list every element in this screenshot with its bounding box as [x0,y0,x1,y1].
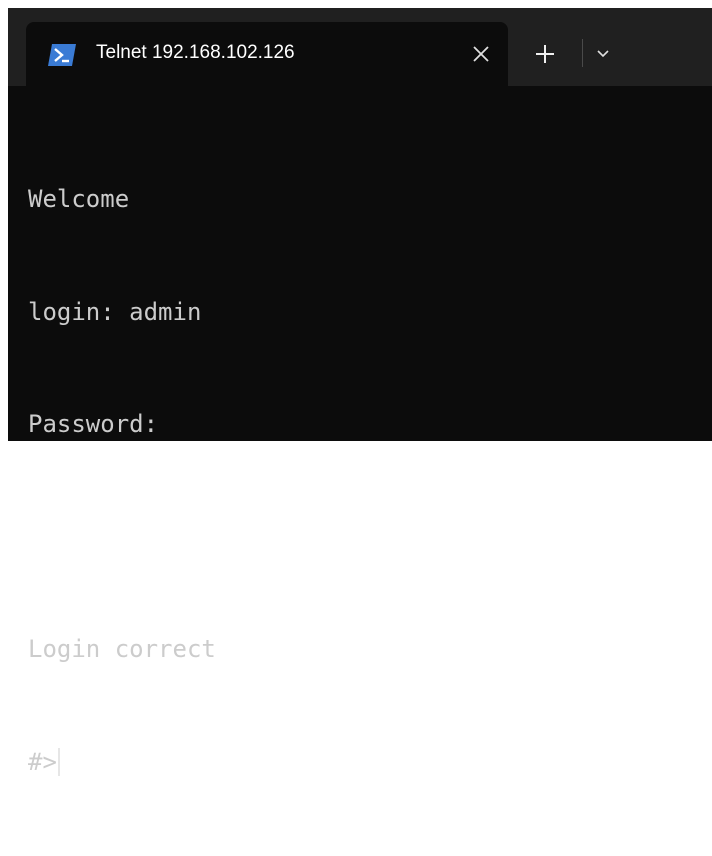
title-bar: Telnet 192.168.102.126 [8,8,712,86]
terminal-line: Password: [28,410,159,438]
terminal-line: Welcome [28,185,130,213]
terminal-line: Login correct [28,635,216,663]
chevron-down-icon[interactable] [596,46,610,60]
powershell-icon [48,44,76,66]
prompt: #> [28,747,57,776]
text-cursor [57,747,60,776]
terminal-line: login: admin [28,297,202,326]
plus-icon[interactable] [535,44,555,64]
prompt-line: #> [28,744,712,782]
terminal-output[interactable]: Welcome login: admin Password: Login cor… [28,106,712,856]
close-icon[interactable] [471,44,491,64]
tab-separator [582,39,583,67]
terminal-window: Telnet 192.168.102.126 Welcome login: ad… [8,8,712,776]
tab-telnet[interactable]: Telnet 192.168.102.126 [26,22,508,86]
tab-title: Telnet 192.168.102.126 [96,42,295,63]
